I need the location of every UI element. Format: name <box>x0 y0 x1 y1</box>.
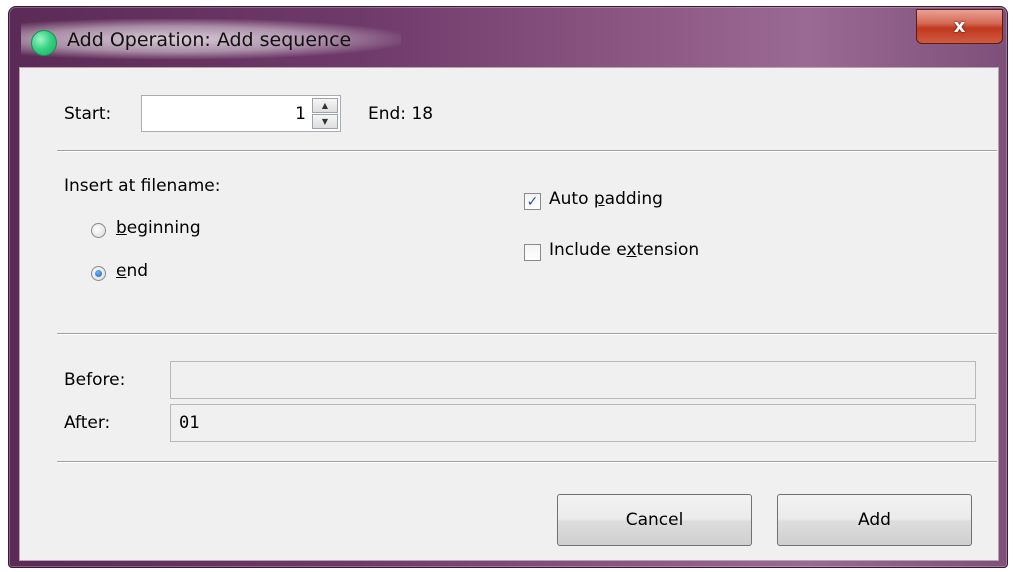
spin-up-icon[interactable]: ▲ <box>312 98 338 113</box>
separator <box>57 461 997 463</box>
end-label: End: 18 <box>368 104 434 124</box>
cancel-button[interactable]: Cancel <box>557 494 752 546</box>
close-button[interactable]: x <box>916 9 1003 44</box>
close-icon: x <box>953 16 966 37</box>
include-extension-label[interactable]: Include extension <box>549 240 699 260</box>
after-label: After: <box>64 413 111 433</box>
dialog-window: Add Operation: Add sequence x Start: 1 ▲… <box>8 6 1008 568</box>
dialog-content: Start: 1 ▲ ▼ End: 18 Insert at filename:… <box>19 67 999 561</box>
start-spinbox[interactable]: 1 ▲ ▼ <box>141 95 341 132</box>
auto-padding-label[interactable]: Auto padding <box>549 189 663 209</box>
window-title: Add Operation: Add sequence <box>67 29 352 51</box>
radio-end[interactable] <box>91 266 106 281</box>
include-extension-checkbox[interactable] <box>524 244 541 261</box>
checkmark-icon: ✓ <box>526 193 539 210</box>
auto-padding-checkbox[interactable]: ✓ <box>524 193 541 210</box>
separator <box>57 333 997 335</box>
add-button[interactable]: Add <box>777 494 972 546</box>
title-bar[interactable]: Add Operation: Add sequence x <box>9 7 1007 67</box>
end-value: 18 <box>411 104 434 124</box>
radio-beginning[interactable] <box>91 223 106 238</box>
radio-end-label[interactable]: end <box>116 261 148 281</box>
after-field: 01 <box>170 404 976 442</box>
separator <box>57 150 997 152</box>
before-label: Before: <box>64 370 126 390</box>
app-icon <box>31 30 57 56</box>
radio-beginning-label[interactable]: beginning <box>116 218 201 238</box>
before-field <box>170 361 976 399</box>
insert-heading: Insert at filename: <box>64 176 221 196</box>
spin-down-icon[interactable]: ▼ <box>312 114 338 129</box>
start-value: 1 <box>295 104 306 124</box>
start-label: Start: <box>64 104 112 124</box>
